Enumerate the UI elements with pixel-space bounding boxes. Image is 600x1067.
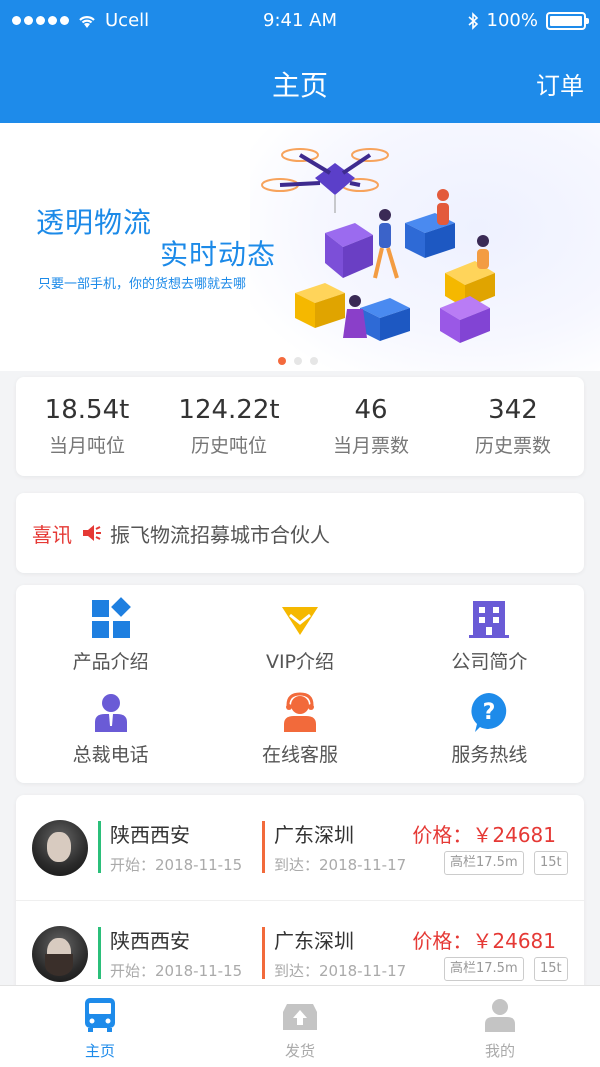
announcement-bar[interactable]: 喜讯 振飞物流招募城市合伙人 <box>16 493 584 573</box>
page-title: 主页 <box>271 69 328 102</box>
menu-product-intro[interactable]: 产品介绍 <box>16 597 205 690</box>
menu-ceo-phone[interactable]: 总裁电话 <box>16 690 205 783</box>
stat-value: 46 <box>354 395 388 425</box>
stat-total-tonnage: 124.22t 历史吨位 <box>158 377 300 476</box>
tab-label: 主页 <box>84 1042 115 1060</box>
user-icon <box>485 999 515 1032</box>
speaker-icon <box>83 525 101 541</box>
truck-type-tag: 高栏17.5m <box>444 851 524 875</box>
question-bubble-icon: ? <box>471 693 507 732</box>
start-date: 开始：2018-11-15 <box>110 856 243 874</box>
weight-tag: 15t <box>534 957 568 981</box>
menu-label: 服务热线 <box>451 744 528 766</box>
diamond-icon <box>281 607 318 635</box>
menu-label: 在线客服 <box>261 744 338 766</box>
stat-label: 当月吨位 <box>48 435 125 457</box>
order-price: 价格：￥24681 <box>412 929 556 953</box>
order-item[interactable]: 陕西西安 开始：2018-11-15 广东深圳 到达：2018-11-17 价格… <box>16 795 584 901</box>
menu-label: 公司简介 <box>451 651 528 673</box>
menu-label: 产品介绍 <box>72 651 149 673</box>
stat-value: 124.22t <box>178 395 280 425</box>
announcement-text: 振飞物流招募城市合伙人 <box>110 522 330 547</box>
upload-box-icon <box>283 1004 317 1030</box>
battery-percent: 100% <box>486 10 538 31</box>
battery-icon <box>546 11 589 30</box>
destination-city: 广东深圳 <box>274 929 354 953</box>
weight-tag: 15t <box>534 851 568 875</box>
menu-company-intro[interactable]: 公司简介 <box>395 597 584 690</box>
banner-headline-1: 透明物流 <box>36 206 153 239</box>
person-suit-icon <box>94 694 127 732</box>
menu-service-hotline[interactable]: ? 服务热线 <box>395 690 584 783</box>
bluetooth-icon <box>468 11 478 30</box>
stat-value: 342 <box>488 395 538 425</box>
banner-tagline: 只要一部手机，你的货想去哪就去哪 <box>38 277 247 292</box>
tab-home[interactable]: 主页 <box>0 986 200 1067</box>
headset-agent-icon <box>283 692 316 732</box>
menu-vip-intro[interactable]: VIP介绍 <box>205 597 394 690</box>
announcement-tag: 喜讯 <box>32 522 72 547</box>
truck-type-tag: 高栏17.5m <box>444 957 524 981</box>
origin-city: 陕西西安 <box>110 823 190 847</box>
tab-label: 我的 <box>484 1042 515 1060</box>
start-date: 开始：2018-11-15 <box>110 962 243 980</box>
stat-monthly-tickets: 46 当月票数 <box>300 377 442 476</box>
order-list: 陕西西安 开始：2018-11-15 广东深圳 到达：2018-11-17 价格… <box>16 795 584 995</box>
avatar <box>32 926 88 982</box>
promo-banner[interactable]: 透明物流 实时动态 只要一部手机，你的货想去哪就去哪 <box>0 123 600 371</box>
tab-ship[interactable]: 发货 <box>200 986 400 1067</box>
menu-label: VIP介绍 <box>265 651 335 673</box>
avatar <box>32 820 88 876</box>
stats-card: 18.54t 当月吨位 124.22t 历史吨位 46 当月票数 342 历史票… <box>16 377 584 476</box>
status-bar: Ucell 9:41 AM 100% <box>0 8 600 36</box>
building-icon <box>469 601 510 638</box>
arrival-date: 到达：2018-11-17 <box>274 856 407 874</box>
stat-label: 当月票数 <box>332 435 409 457</box>
svg-text:?: ? <box>483 700 496 725</box>
banner-dot[interactable] <box>278 357 286 365</box>
destination-city: 广东深圳 <box>274 823 354 847</box>
banner-pagination[interactable] <box>278 357 318 365</box>
bus-icon <box>85 998 115 1032</box>
stat-label: 历史票数 <box>474 435 551 457</box>
stat-total-tickets: 342 历史票数 <box>442 377 584 476</box>
grid-diamond-icon <box>91 597 131 638</box>
bottom-tab-bar: 主页 发货 我的 <box>0 985 600 1067</box>
order-price: 价格：￥24681 <box>412 823 556 847</box>
tab-profile[interactable]: 我的 <box>400 986 600 1067</box>
banner-dot[interactable] <box>310 357 318 365</box>
stat-monthly-tonnage: 18.54t 当月吨位 <box>16 377 158 476</box>
arrival-date: 到达：2018-11-17 <box>274 962 407 980</box>
origin-city: 陕西西安 <box>110 929 190 953</box>
menu-label: 总裁电话 <box>72 744 149 766</box>
menu-online-service[interactable]: 在线客服 <box>205 690 394 783</box>
feature-menu: 产品介绍 VIP介绍 公司简介 总裁电话 在线客服 ? 服务热线 <box>16 585 584 783</box>
stat-label: 历史吨位 <box>190 435 267 457</box>
app-header: Ucell 9:41 AM 100% 主页 订单 <box>0 0 600 123</box>
drone-blocks-illustration <box>261 148 495 343</box>
orders-nav-button[interactable]: 订单 <box>536 66 584 101</box>
tab-label: 发货 <box>284 1042 315 1060</box>
banner-dot[interactable] <box>294 357 302 365</box>
order-item[interactable]: 陕西西安 开始：2018-11-15 广东深圳 到达：2018-11-17 价格… <box>16 901 584 995</box>
stat-value: 18.54t <box>44 395 130 425</box>
